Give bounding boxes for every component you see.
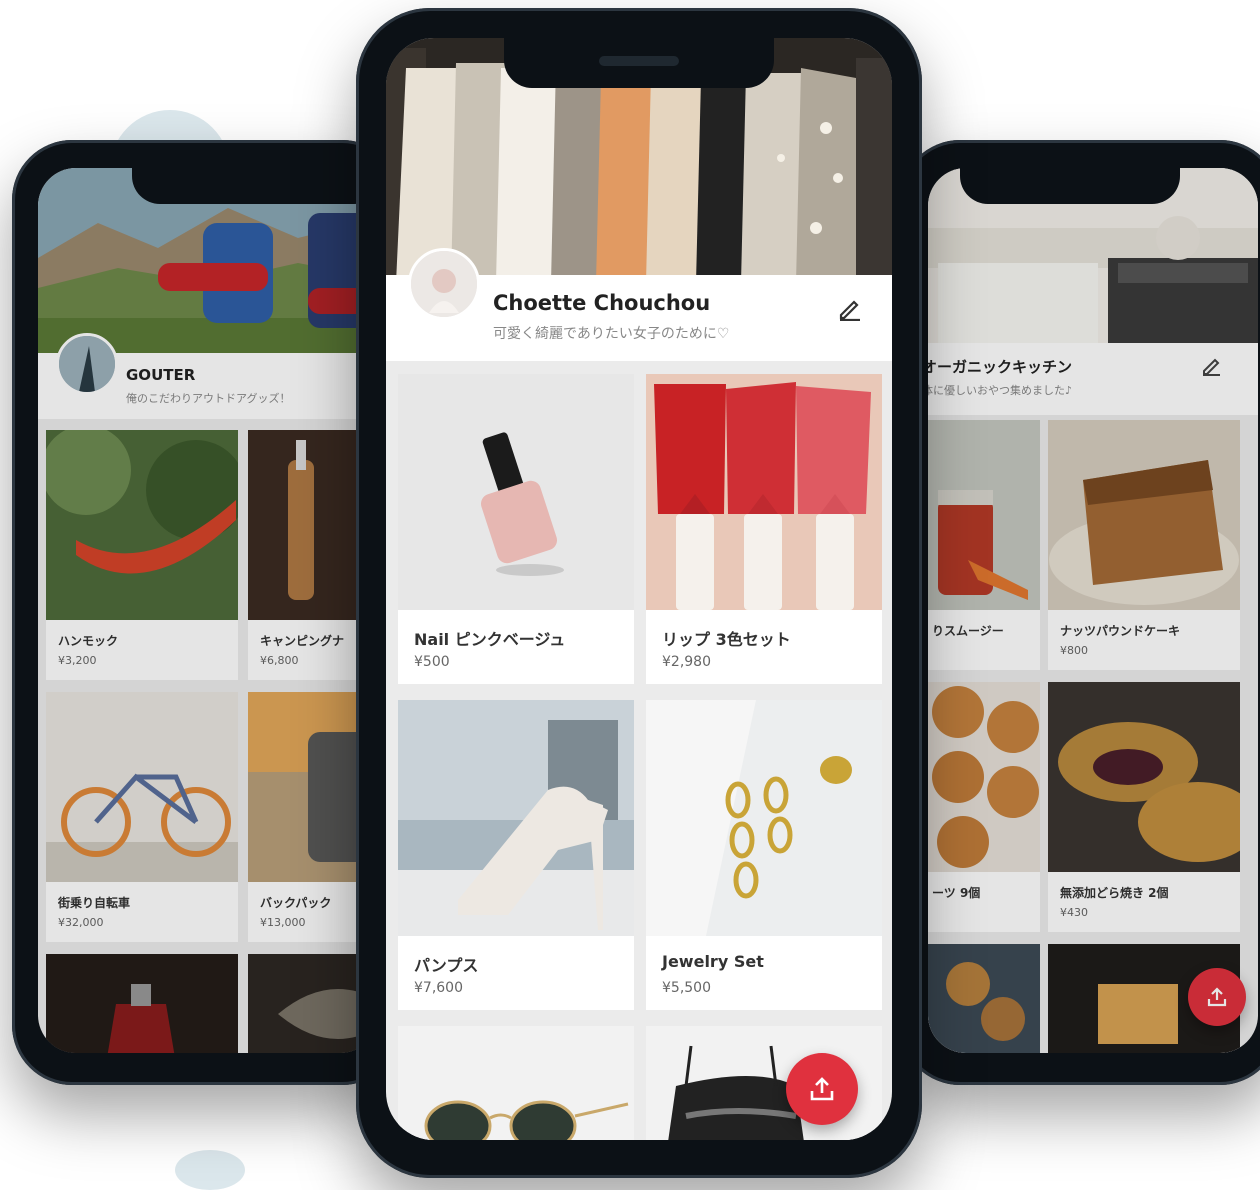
shop-avatar [56, 333, 118, 395]
product-price: ¥13,000 [260, 916, 306, 929]
product-image [46, 692, 238, 882]
product-price: ¥800 [1060, 644, 1088, 657]
product-name: パンプス [414, 956, 479, 975]
product-card[interactable]: パンプス ¥7,600 [398, 700, 634, 1010]
shop-avatar [408, 248, 480, 320]
center-phone: Choette Chouchou 可愛く綺麗でありたい女子のために♡ Nail … [356, 8, 922, 1178]
phone-notch [960, 168, 1180, 204]
product-price: ¥32,000 [58, 916, 104, 929]
product-price: ¥7,600 [414, 980, 463, 996]
product-name: キャンピングナ [260, 634, 345, 648]
product-name: リップ 3色セット [662, 630, 791, 649]
right-phone: オーガニックキッチン 体に優しいおやつ集めました♪ りスムージー ナッツパウンド… [900, 140, 1260, 1085]
share-upload-icon [1207, 987, 1227, 1007]
product-price: ¥6,800 [260, 654, 299, 667]
product-price: ¥430 [1060, 906, 1088, 919]
product-card[interactable] [46, 954, 238, 1053]
product-name: バックパック [260, 896, 332, 910]
product-image [1048, 420, 1240, 610]
pencil-icon[interactable] [1200, 354, 1222, 376]
product-card[interactable]: ーツ 9個 [928, 682, 1040, 932]
product-image [398, 374, 634, 610]
left-phone-screen: GOUTER 俺のこだわりアウトドアグッズ！ ハンモック ¥3,200 キャンピ… [38, 168, 378, 1053]
product-card[interactable]: りスムージー [928, 420, 1040, 670]
product-name: ーツ 9個 [932, 886, 981, 900]
product-image [398, 700, 634, 936]
phone-notch [132, 168, 382, 204]
product-name: りスムージー [932, 624, 1004, 638]
product-name: Jewelry Set [662, 952, 764, 971]
product-card[interactable]: リップ 3色セット ¥2,980 [646, 374, 882, 684]
product-card[interactable] [398, 1026, 634, 1140]
product-price: ¥5,500 [662, 980, 711, 996]
product-name: ナッツパウンドケーキ [1060, 624, 1181, 638]
product-image [928, 682, 1040, 872]
shop-description: 俺のこだわりアウトドアグッズ！ [126, 392, 291, 405]
product-card[interactable]: Jewelry Set ¥5,500 [646, 700, 882, 1010]
share-button[interactable] [786, 1053, 858, 1125]
shop-name: オーガニックキッチン [928, 358, 1073, 376]
product-image [46, 430, 238, 620]
product-image [1048, 682, 1240, 872]
left-phone: GOUTER 俺のこだわりアウトドアグッズ！ ハンモック ¥3,200 キャンピ… [12, 140, 402, 1085]
product-image [646, 700, 882, 936]
pencil-icon[interactable] [836, 295, 862, 322]
product-name: ハンモック [58, 634, 119, 648]
product-card[interactable]: Nail ピンクベージュ ¥500 [398, 374, 634, 684]
product-name: Nail ピンクベージュ [414, 630, 566, 649]
speaker-grille [599, 56, 679, 66]
product-card[interactable]: ハンモック ¥3,200 [46, 430, 238, 680]
product-card[interactable]: 無添加どら焼き 2個 ¥430 [1048, 682, 1240, 932]
product-image [646, 374, 882, 610]
share-upload-icon [810, 1077, 834, 1101]
shop-description: 体に優しいおやつ集めました♪ [928, 384, 1073, 397]
center-phone-screen: Choette Chouchou 可愛く綺麗でありたい女子のために♡ Nail … [386, 38, 892, 1140]
product-card[interactable] [928, 944, 1040, 1053]
shop-name: GOUTER [126, 366, 196, 384]
decorative-circle [175, 1150, 245, 1190]
right-phone-screen: オーガニックキッチン 体に優しいおやつ集めました♪ りスムージー ナッツパウンド… [928, 168, 1258, 1053]
phone-notch [504, 38, 774, 88]
product-card[interactable]: 街乗り自転車 ¥32,000 [46, 692, 238, 942]
shop-description: 可愛く綺麗でありたい女子のために♡ [493, 326, 730, 342]
product-price: ¥2,980 [662, 654, 711, 670]
product-name: 街乗り自転車 [58, 896, 131, 910]
product-image [928, 420, 1040, 610]
product-price: ¥500 [414, 654, 450, 670]
shop-name: Choette Chouchou [493, 291, 711, 315]
product-card[interactable]: ナッツパウンドケーキ ¥800 [1048, 420, 1240, 670]
share-button[interactable] [1188, 968, 1246, 1026]
product-price: ¥3,200 [58, 654, 97, 667]
product-name: 無添加どら焼き 2個 [1060, 886, 1169, 900]
